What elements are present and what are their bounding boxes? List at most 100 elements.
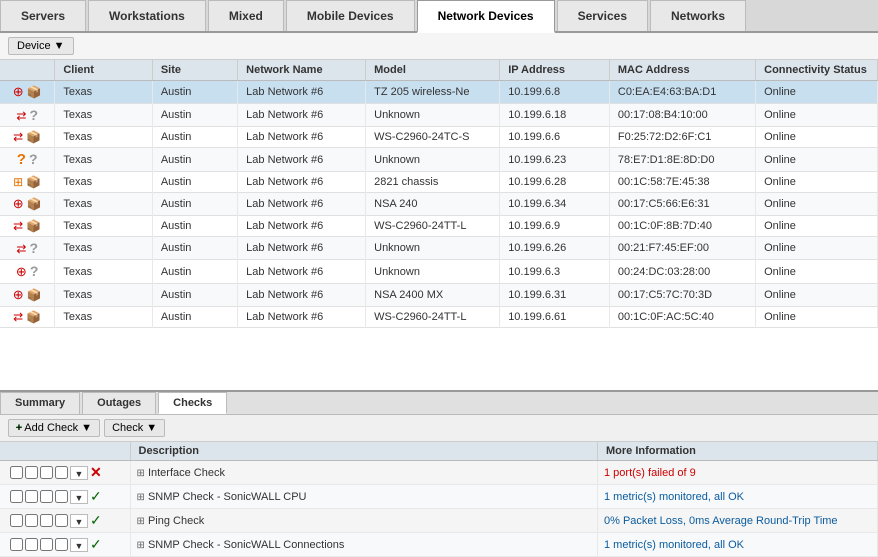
check-menu-button[interactable]: Check ▼: [104, 419, 165, 437]
check-checkbox-4[interactable]: [55, 466, 68, 479]
row-icons: ⇄ ?: [0, 104, 55, 127]
check-more-link[interactable]: 1 metric(s) monitored, all OK: [604, 491, 744, 503]
tab-summary[interactable]: Summary: [0, 392, 80, 414]
check-more-link[interactable]: 0% Packet Loss, 0ms Average Round-Trip T…: [604, 515, 838, 527]
check-arrow-btn[interactable]: ▼: [70, 538, 88, 552]
tab-workstations[interactable]: Workstations: [88, 0, 206, 31]
check-checkbox-1[interactable]: [10, 490, 23, 503]
row-icons: ⊕ 📦: [0, 81, 55, 104]
check-row[interactable]: ▼ ✓ ⊞ SNMP Check - SonicWALL Connections…: [0, 533, 878, 557]
check-arrow-btn[interactable]: ▼: [70, 466, 88, 480]
checks-col-desc: Description: [130, 442, 598, 461]
row-mac: 00:1C:0F:8B:7D:40: [609, 216, 755, 237]
add-check-button[interactable]: + + Add Check ▼: [8, 419, 100, 437]
check-checkbox-3[interactable]: [40, 538, 53, 551]
check-checkbox-1[interactable]: [10, 538, 23, 551]
row-site: Austin: [152, 127, 237, 148]
row-site: Austin: [152, 216, 237, 237]
row-site: Austin: [152, 172, 237, 193]
check-icon-cells: ▼ ✓: [0, 533, 130, 557]
table-row[interactable]: ⊕ 📦 Texas Austin Lab Network #6 TZ 205 w…: [0, 81, 878, 104]
check-checkbox-2[interactable]: [25, 538, 38, 551]
device-status-icon: 📦: [26, 177, 41, 189]
row-network-name: Lab Network #6: [238, 172, 366, 193]
device-status-icon: 📦: [26, 221, 41, 233]
col-icon-header: [0, 60, 55, 81]
table-row[interactable]: ⇄ 📦 Texas Austin Lab Network #6 WS-C2960…: [0, 216, 878, 237]
check-checkbox-3[interactable]: [40, 490, 53, 503]
col-model-header: Model: [366, 60, 500, 81]
check-checkbox-4[interactable]: [55, 490, 68, 503]
device-menu-button[interactable]: Device ▼: [8, 37, 74, 55]
tab-network-devices[interactable]: Network Devices: [417, 0, 555, 33]
tab-servers[interactable]: Servers: [0, 0, 86, 31]
row-network-name: Lab Network #6: [238, 284, 366, 307]
col-status-header: Connectivity Status: [756, 60, 878, 81]
check-checkbox-3[interactable]: [40, 466, 53, 479]
row-network-name: Lab Network #6: [238, 260, 366, 284]
device-type-icon: ⇄: [16, 244, 26, 256]
row-ip: 10.199.6.28: [500, 172, 610, 193]
row-client: Texas: [55, 216, 153, 237]
check-arrow-btn[interactable]: ▼: [70, 514, 88, 528]
check-pass-icon: ✓: [90, 488, 102, 505]
row-ip: 10.199.6.34: [500, 193, 610, 216]
check-more-info: 1 port(s) failed of 9: [598, 461, 878, 485]
col-site-header: Site: [152, 60, 237, 81]
check-checkbox-2[interactable]: [25, 466, 38, 479]
check-checkbox-4[interactable]: [55, 514, 68, 527]
tab-outages[interactable]: Outages: [82, 392, 156, 414]
row-icons: ⇄ 📦: [0, 307, 55, 328]
table-row[interactable]: ⊕ 📦 Texas Austin Lab Network #6 NSA 240 …: [0, 193, 878, 216]
row-connectivity-status: Online: [756, 104, 878, 127]
table-row[interactable]: ? ? Texas Austin Lab Network #6 Unknown …: [0, 148, 878, 172]
check-checkbox-1[interactable]: [10, 514, 23, 527]
table-row[interactable]: ⇄ 📦 Texas Austin Lab Network #6 WS-C2960…: [0, 307, 878, 328]
device-type-icon: ⇄: [13, 221, 23, 233]
row-mac: 00:24:DC:03:28:00: [609, 260, 755, 284]
row-icons: ⇄ 📦: [0, 127, 55, 148]
check-arrow-btn[interactable]: ▼: [70, 490, 88, 504]
row-ip: 10.199.6.6: [500, 127, 610, 148]
check-checkbox-2[interactable]: [25, 490, 38, 503]
table-row[interactable]: ⇄ ? Texas Austin Lab Network #6 Unknown …: [0, 104, 878, 127]
row-model: Unknown: [366, 260, 500, 284]
check-checkbox-2[interactable]: [25, 514, 38, 527]
row-model: 2821 chassis: [366, 172, 500, 193]
check-more-info: 1 metric(s) monitored, all OK: [598, 533, 878, 557]
tab-networks[interactable]: Networks: [650, 0, 746, 31]
table-row[interactable]: ⊞ 📦 Texas Austin Lab Network #6 2821 cha…: [0, 172, 878, 193]
row-model: TZ 205 wireless-Ne: [366, 81, 500, 104]
tab-services[interactable]: Services: [557, 0, 648, 31]
check-desc-icon: ⊞: [137, 492, 145, 503]
check-row[interactable]: ▼ ✓ ⊞ SNMP Check - SonicWALL CPU 1 metri…: [0, 485, 878, 509]
row-client: Texas: [55, 237, 153, 260]
device-status-icon: ?: [30, 267, 39, 279]
col-netname-header: Network Name: [238, 60, 366, 81]
row-connectivity-status: Online: [756, 237, 878, 260]
check-more-link[interactable]: 1 port(s) failed of 9: [604, 467, 696, 479]
device-type-icon: ⇄: [16, 111, 26, 123]
check-row[interactable]: ▼ ✓ ⊞ Ping Check 0% Packet Loss, 0ms Ave…: [0, 509, 878, 533]
check-checkbox-3[interactable]: [40, 514, 53, 527]
table-row[interactable]: ⊕ ? Texas Austin Lab Network #6 Unknown …: [0, 260, 878, 284]
row-ip: 10.199.6.61: [500, 307, 610, 328]
table-row[interactable]: ⇄ ? Texas Austin Lab Network #6 Unknown …: [0, 237, 878, 260]
check-row[interactable]: ▼ ✕ ⊞ Interface Check 1 port(s) failed o…: [0, 461, 878, 485]
row-mac: 00:17:C5:66:E6:31: [609, 193, 755, 216]
table-row[interactable]: ⊕ 📦 Texas Austin Lab Network #6 NSA 2400…: [0, 284, 878, 307]
row-icons: ⇄ 📦: [0, 216, 55, 237]
device-type-icon: ⊕: [13, 199, 24, 211]
tab-mobile-devices[interactable]: Mobile Devices: [286, 0, 415, 31]
row-model: WS-C2960-24TT-L: [366, 216, 500, 237]
tab-mixed[interactable]: Mixed: [208, 0, 284, 31]
table-row[interactable]: ⇄ 📦 Texas Austin Lab Network #6 WS-C2960…: [0, 127, 878, 148]
device-status-icon: ?: [29, 244, 38, 256]
tab-checks[interactable]: Checks: [158, 392, 227, 414]
col-ip-header: IP Address: [500, 60, 610, 81]
check-checkbox-1[interactable]: [10, 466, 23, 479]
device-status-icon: 📦: [26, 312, 41, 324]
device-status-icon: 📦: [26, 132, 41, 144]
row-connectivity-status: Online: [756, 81, 878, 104]
check-checkbox-4[interactable]: [55, 538, 68, 551]
